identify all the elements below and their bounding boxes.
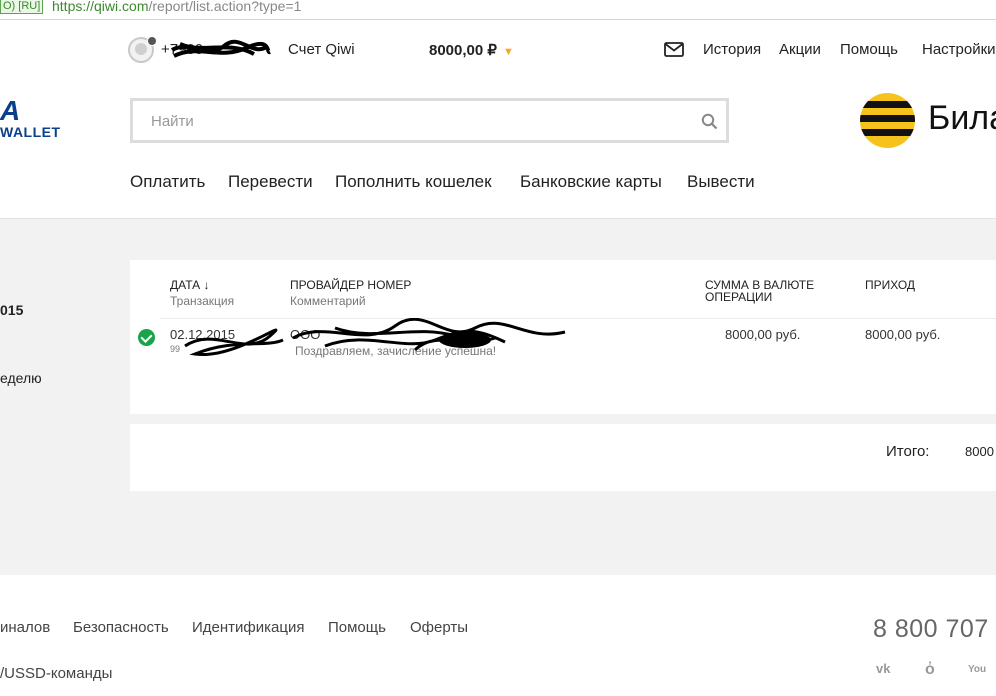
footer-link-help[interactable]: Помощь [328, 619, 386, 636]
sidebar-item-date[interactable]: 015 [0, 302, 23, 318]
nav-history[interactable]: История [703, 41, 761, 58]
security-badge[interactable]: O) [RU] [0, 0, 44, 14]
beeline-logo-icon[interactable] [860, 93, 915, 148]
ad-brand-text[interactable]: Била [928, 99, 996, 138]
sidebar-item-week[interactable]: еделю [0, 370, 42, 386]
avatar[interactable] [128, 36, 157, 63]
qiwi-logo-wallet[interactable]: WALLET [0, 124, 61, 140]
header-date[interactable]: ДАТА ↓ [170, 279, 209, 291]
nav-help[interactable]: Помощь [840, 41, 898, 58]
header-income: ПРИХОД [865, 278, 916, 292]
total-label: Итого: [886, 443, 930, 460]
nav-transfer[interactable]: Перевести [228, 172, 313, 192]
row-comment: Поздравляем, зачисление успешна! [295, 344, 497, 358]
account-label[interactable]: Счет Qiwi [288, 41, 355, 58]
row-date[interactable]: 02.12.2015 [170, 327, 235, 342]
header-date-sub: Транзакция [170, 294, 235, 308]
transactions-table: ДАТА ↓ Транзакция ПРОВАЙДЕР НОМЕР Коммен… [130, 260, 996, 414]
header-provider-sub: Комментарий [290, 294, 366, 308]
nav-promotions[interactable]: Акции [779, 41, 821, 58]
qiwi-logo[interactable]: A [0, 95, 20, 127]
url-path: /report/list.action?type=1 [148, 0, 302, 14]
odnoklassniki-icon[interactable]: ὀ [925, 661, 945, 679]
header-amount: СУММА В ВАЛЮТЕ ОПЕРАЦИИ [705, 278, 815, 304]
phone-number[interactable]: +7900 [161, 41, 203, 58]
youtube-icon[interactable]: You [968, 661, 988, 679]
nav-topup[interactable]: Пополнить кошелек [335, 172, 492, 192]
vk-icon[interactable]: vk [876, 661, 896, 679]
footer-link-security[interactable]: Безопасность [73, 619, 169, 636]
nav-pay[interactable]: Оплатить [130, 172, 205, 192]
search-input[interactable] [151, 111, 691, 131]
mail-icon[interactable] [664, 42, 684, 57]
browser-address-bar[interactable]: O) [RU] https://qiwi.com/report/list.act… [0, 0, 996, 20]
url-host: https://qiwi.com [52, 0, 149, 14]
row-txn: 99 [170, 344, 181, 354]
header-provider: ПРОВАЙДЕР НОМЕР [290, 278, 412, 292]
hotline-number[interactable]: 8 800 707 [873, 615, 989, 644]
row-provider[interactable]: ООО [290, 327, 320, 342]
row-income: 8000,00 руб. [865, 327, 941, 342]
success-check-icon [138, 329, 155, 346]
url-text[interactable]: https://qiwi.com/report/list.action?type… [52, 0, 301, 13]
nav-settings[interactable]: Настройки [922, 41, 996, 58]
nav-withdraw[interactable]: Вывести [687, 172, 755, 192]
footer-link-ussd[interactable]: /USSD-команды [0, 665, 112, 682]
totals-bar: Итого: 8000 [130, 424, 996, 491]
footer-link-identification[interactable]: Идентификация [192, 619, 304, 636]
chevron-down-icon: ▼ [502, 46, 514, 58]
row-amount: 8000,00 руб. [725, 327, 801, 342]
divider [160, 318, 996, 319]
footer-link-terminals[interactable]: иналов [0, 619, 50, 636]
search-box[interactable] [130, 98, 729, 143]
nav-bank-cards[interactable]: Банковские карты [520, 172, 662, 192]
balance-dropdown[interactable]: 8000,00 ₽ ▼ [429, 41, 514, 59]
avatar-badge [147, 36, 157, 46]
search-icon[interactable] [701, 113, 718, 130]
balance-value: 8000,00 ₽ [429, 42, 497, 59]
footer-link-offers[interactable]: Оферты [410, 619, 468, 636]
total-value: 8000 [965, 444, 994, 459]
